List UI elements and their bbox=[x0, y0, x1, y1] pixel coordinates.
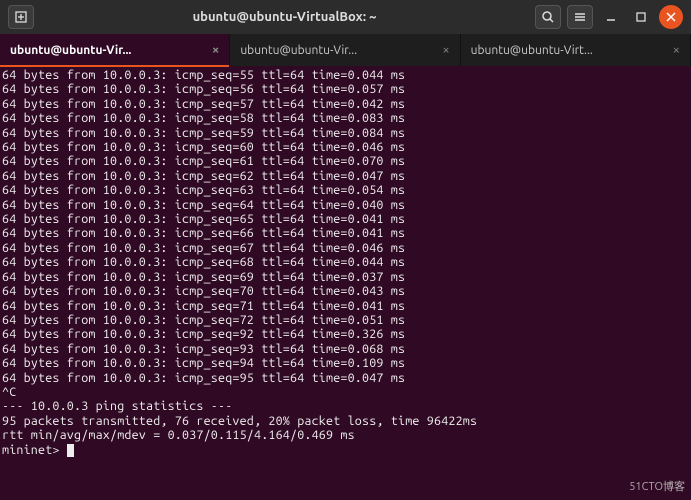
search-button[interactable] bbox=[535, 5, 561, 29]
tab-bar: ubuntu@ubuntu-Vir... × ubuntu@ubuntu-Vir… bbox=[0, 34, 691, 66]
terminal-tab-3[interactable]: ubuntu@ubuntu-Virt... × bbox=[461, 34, 691, 66]
title-bar: ubuntu@ubuntu-VirtualBox: ~ bbox=[0, 0, 691, 34]
tab-label: ubuntu@ubuntu-Virt... bbox=[471, 44, 593, 57]
close-tab-icon[interactable]: × bbox=[673, 43, 680, 57]
close-tab-icon[interactable]: × bbox=[442, 43, 449, 57]
minimize-button[interactable] bbox=[599, 5, 623, 29]
menu-button[interactable] bbox=[567, 5, 593, 29]
title-bar-right bbox=[535, 5, 683, 29]
terminal-tab-2[interactable]: ubuntu@ubuntu-Vir... × bbox=[230, 34, 460, 66]
window-title: ubuntu@ubuntu-VirtualBox: ~ bbox=[40, 10, 529, 24]
tab-label: ubuntu@ubuntu-Vir... bbox=[10, 44, 131, 57]
tab-label: ubuntu@ubuntu-Vir... bbox=[240, 44, 357, 57]
terminal-output[interactable]: 64 bytes from 10.0.0.3: icmp_seq=55 ttl=… bbox=[0, 66, 691, 457]
close-button[interactable] bbox=[659, 5, 683, 29]
watermark: 51CTO博客 bbox=[629, 478, 685, 494]
new-tab-button[interactable] bbox=[8, 5, 34, 29]
terminal-tab-1[interactable]: ubuntu@ubuntu-Vir... × bbox=[0, 34, 230, 66]
maximize-button[interactable] bbox=[629, 5, 653, 29]
cursor bbox=[67, 444, 74, 457]
close-tab-icon[interactable]: × bbox=[212, 43, 219, 57]
